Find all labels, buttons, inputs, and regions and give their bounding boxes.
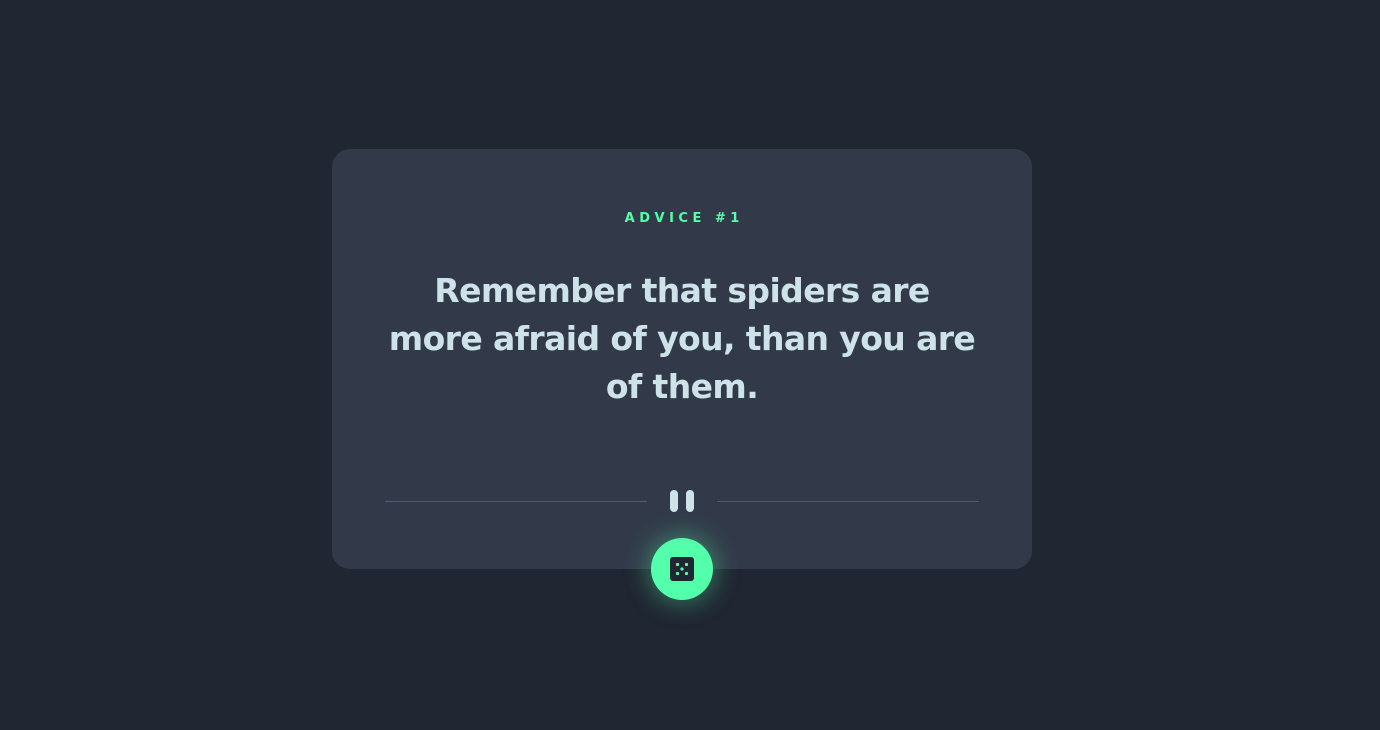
generate-advice-button[interactable] bbox=[651, 538, 713, 600]
pause-bar-right bbox=[686, 490, 694, 512]
divider-line-right bbox=[717, 501, 979, 502]
advice-number-label: ADVICE #1 bbox=[624, 211, 744, 226]
advice-quote: Remember that spiders are more afraid of… bbox=[388, 271, 976, 406]
pause-bar-left bbox=[670, 490, 678, 512]
dice-icon bbox=[670, 557, 694, 581]
pattern-divider bbox=[385, 489, 979, 513]
divider-line-left bbox=[385, 501, 647, 502]
advice-card: ADVICE #1 Remember that spiders are more… bbox=[332, 149, 1032, 569]
pause-icon bbox=[668, 490, 696, 512]
